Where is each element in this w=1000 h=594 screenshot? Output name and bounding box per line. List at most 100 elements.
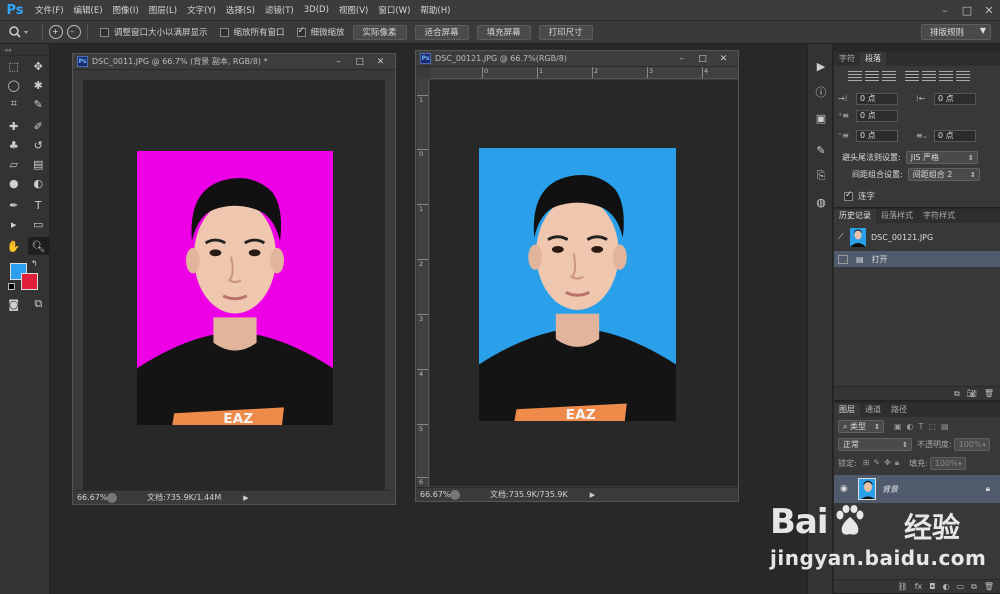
lock-icons[interactable]: ⊞✎✥🔒︎	[863, 458, 903, 468]
horizontal-ruler[interactable]: 0 1 2 3 4	[430, 67, 738, 79]
history-step-open[interactable]: ▤ 打开	[834, 251, 1000, 267]
history-source-box[interactable]	[838, 254, 848, 264]
fit-screen-button[interactable]: 适合屏幕	[414, 24, 469, 40]
tab-paragraph-styles[interactable]: 段落样式	[876, 209, 918, 223]
space-after-field[interactable]: ≡₌ 0 点	[916, 129, 976, 142]
blur-tool-icon[interactable]: ●	[3, 174, 25, 192]
maximize-icon[interactable]: □	[692, 51, 713, 66]
kuler-icon[interactable]: ◍	[811, 192, 831, 212]
menu-select[interactable]: 选择(S)	[221, 4, 260, 16]
info-icon[interactable]: ⓘ	[811, 82, 831, 102]
checkbox-icon[interactable]	[219, 27, 229, 37]
screen-mode-icon[interactable]: ⧉	[28, 295, 50, 313]
status-info-icon[interactable]	[450, 489, 460, 500]
close-icon[interactable]: ✕	[713, 51, 734, 66]
justify-center-icon[interactable]	[922, 71, 936, 81]
canvas-area[interactable]: EAZ	[430, 80, 738, 486]
zoom-level[interactable]: 66.67%	[416, 490, 451, 499]
tab-layers[interactable]: 图层	[834, 403, 860, 417]
path-select-icon[interactable]: ▸	[3, 215, 25, 233]
canvas-area[interactable]: EAZ	[83, 80, 385, 492]
swap-colors-icon[interactable]: ↰	[31, 259, 38, 268]
checkbox-icon[interactable]	[100, 27, 109, 37]
minimize-icon[interactable]: –	[671, 51, 692, 66]
trash-icon[interactable]: 🗑︎	[984, 389, 994, 398]
menu-file[interactable]: 文件(F)	[30, 4, 69, 16]
tab-history[interactable]: 历史记录	[834, 209, 876, 223]
layer-name[interactable]: 背景	[882, 484, 898, 495]
opacity-field[interactable]: 100% ▾	[953, 437, 990, 451]
tab-character[interactable]: 字符	[834, 52, 860, 66]
menu-window[interactable]: 窗口(W)	[373, 4, 415, 16]
marquee-tool-icon[interactable]: ⬚	[3, 57, 25, 75]
adjustment-layer-icon[interactable]: ◐	[943, 582, 950, 591]
fx-icon[interactable]: fx	[915, 582, 923, 591]
dodge-tool-icon[interactable]: ◐	[28, 174, 50, 192]
layer-row-background[interactable]: ◉ 背景 🔒︎	[834, 475, 1000, 503]
zoom-all-checkbox[interactable]: 缩放所有窗口	[219, 26, 285, 38]
tab-character-styles[interactable]: 字符样式	[918, 209, 960, 223]
align-right-icon[interactable]	[882, 71, 896, 81]
justify-right-icon[interactable]	[939, 71, 953, 81]
document-title-bar[interactable]: Ps DSC_0011.JPG @ 66.7% (背景 副本, RGB/8) *…	[73, 54, 395, 70]
eye-icon[interactable]: ◉	[840, 484, 854, 494]
minimize-icon[interactable]: –	[934, 0, 956, 20]
crop-tool-icon[interactable]: ⌗	[3, 95, 25, 113]
zoom-out-icon[interactable]: –	[67, 25, 81, 39]
menu-image[interactable]: 图像(I)	[108, 4, 144, 16]
history-brush-source-icon[interactable]: ⟋	[838, 232, 848, 242]
justify-all-icon[interactable]	[956, 71, 970, 81]
shape-tool-icon[interactable]: ▭	[28, 215, 50, 233]
navigator-icon[interactable]: ▣	[811, 108, 831, 128]
document-window-1[interactable]: Ps DSC_0011.JPG @ 66.7% (背景 副本, RGB/8) *…	[72, 53, 396, 505]
layer-filter-icons[interactable]: ▣◐T⬚▤	[894, 422, 954, 431]
brush-tool-icon[interactable]: ✐	[28, 117, 50, 135]
checkbox-checked-icon[interactable]	[844, 190, 853, 201]
quick-mask-icon[interactable]: ◙	[3, 295, 25, 313]
align-center-icon[interactable]	[865, 71, 879, 81]
menu-type[interactable]: 文字(Y)	[182, 4, 221, 16]
zoom-level[interactable]: 66.67%	[73, 493, 108, 502]
maximize-icon[interactable]: □	[349, 54, 370, 69]
zoom-in-icon[interactable]: +	[49, 25, 63, 39]
add-mask-icon[interactable]: ◘	[929, 582, 935, 591]
print-size-button[interactable]: 打印尺寸	[538, 24, 593, 40]
panel-grip[interactable]: ◂◂	[0, 44, 49, 56]
new-document-from-state-icon[interactable]: ⧉	[954, 389, 960, 399]
menu-filter[interactable]: 滤镜(T)	[260, 4, 299, 16]
new-layer-icon[interactable]: ⧉	[971, 582, 977, 592]
menu-help[interactable]: 帮助(H)	[415, 4, 455, 16]
fill-screen-button[interactable]: 填充屏幕	[476, 24, 531, 40]
zoom-tool-icon[interactable]: 🔍︎	[27, 237, 49, 255]
status-menu-arrow-icon[interactable]: ▶	[243, 494, 248, 502]
close-icon[interactable]: ✕	[978, 0, 1000, 20]
blend-mode-select[interactable]: 正常 ⇕	[838, 437, 912, 451]
layer-kind-select[interactable]: ⌕ 类型 ⇕	[838, 419, 884, 433]
magic-wand-icon[interactable]: ✱	[28, 76, 50, 94]
indent-right-field[interactable]: ⁞← 0 点	[916, 92, 976, 105]
document-title-bar[interactable]: Ps DSC_00121.JPG @ 66.7%(RGB/8) – □ ✕	[416, 51, 738, 67]
hyphenate-checkbox[interactable]: 连字	[844, 190, 875, 202]
menu-layer[interactable]: 图层(L)	[144, 4, 182, 16]
history-brush-icon[interactable]: ↺	[28, 136, 50, 154]
tab-paragraph[interactable]: 段落	[860, 52, 886, 66]
maximize-icon[interactable]: □	[956, 0, 978, 20]
fill-field[interactable]: 100% ▾	[929, 456, 966, 470]
actual-pixels-button[interactable]: 实际像素	[352, 24, 407, 40]
checkbox-checked-icon[interactable]	[296, 26, 306, 37]
default-colors-icon[interactable]	[8, 283, 15, 290]
kinsoku-select[interactable]: JIS 严格 ⇕	[905, 150, 978, 164]
camera-icon[interactable]: 📷︎	[967, 389, 977, 398]
history-snapshot[interactable]: ⟋ DSC_00121.JPG	[834, 223, 1000, 251]
menu-3d[interactable]: 3D(D)	[299, 5, 334, 15]
indent-left-field[interactable]: →⁞ 0 点	[838, 92, 898, 105]
pen-tool-icon[interactable]: ✒	[3, 196, 25, 214]
eraser-tool-icon[interactable]: ▱	[3, 155, 25, 173]
resize-windows-checkbox[interactable]: 调整窗口大小以满屏显示	[100, 26, 208, 38]
first-line-indent-field[interactable]: ⁺≡ 0 点	[838, 109, 898, 122]
scrubby-zoom-checkbox[interactable]: 细微缩放	[296, 26, 345, 38]
trash-icon[interactable]: 🗑︎	[984, 582, 994, 591]
hand-tool-icon[interactable]: ✋	[3, 237, 25, 255]
clone-source-icon[interactable]: ⎘	[811, 166, 831, 186]
tab-paths[interactable]: 路径	[886, 403, 912, 417]
